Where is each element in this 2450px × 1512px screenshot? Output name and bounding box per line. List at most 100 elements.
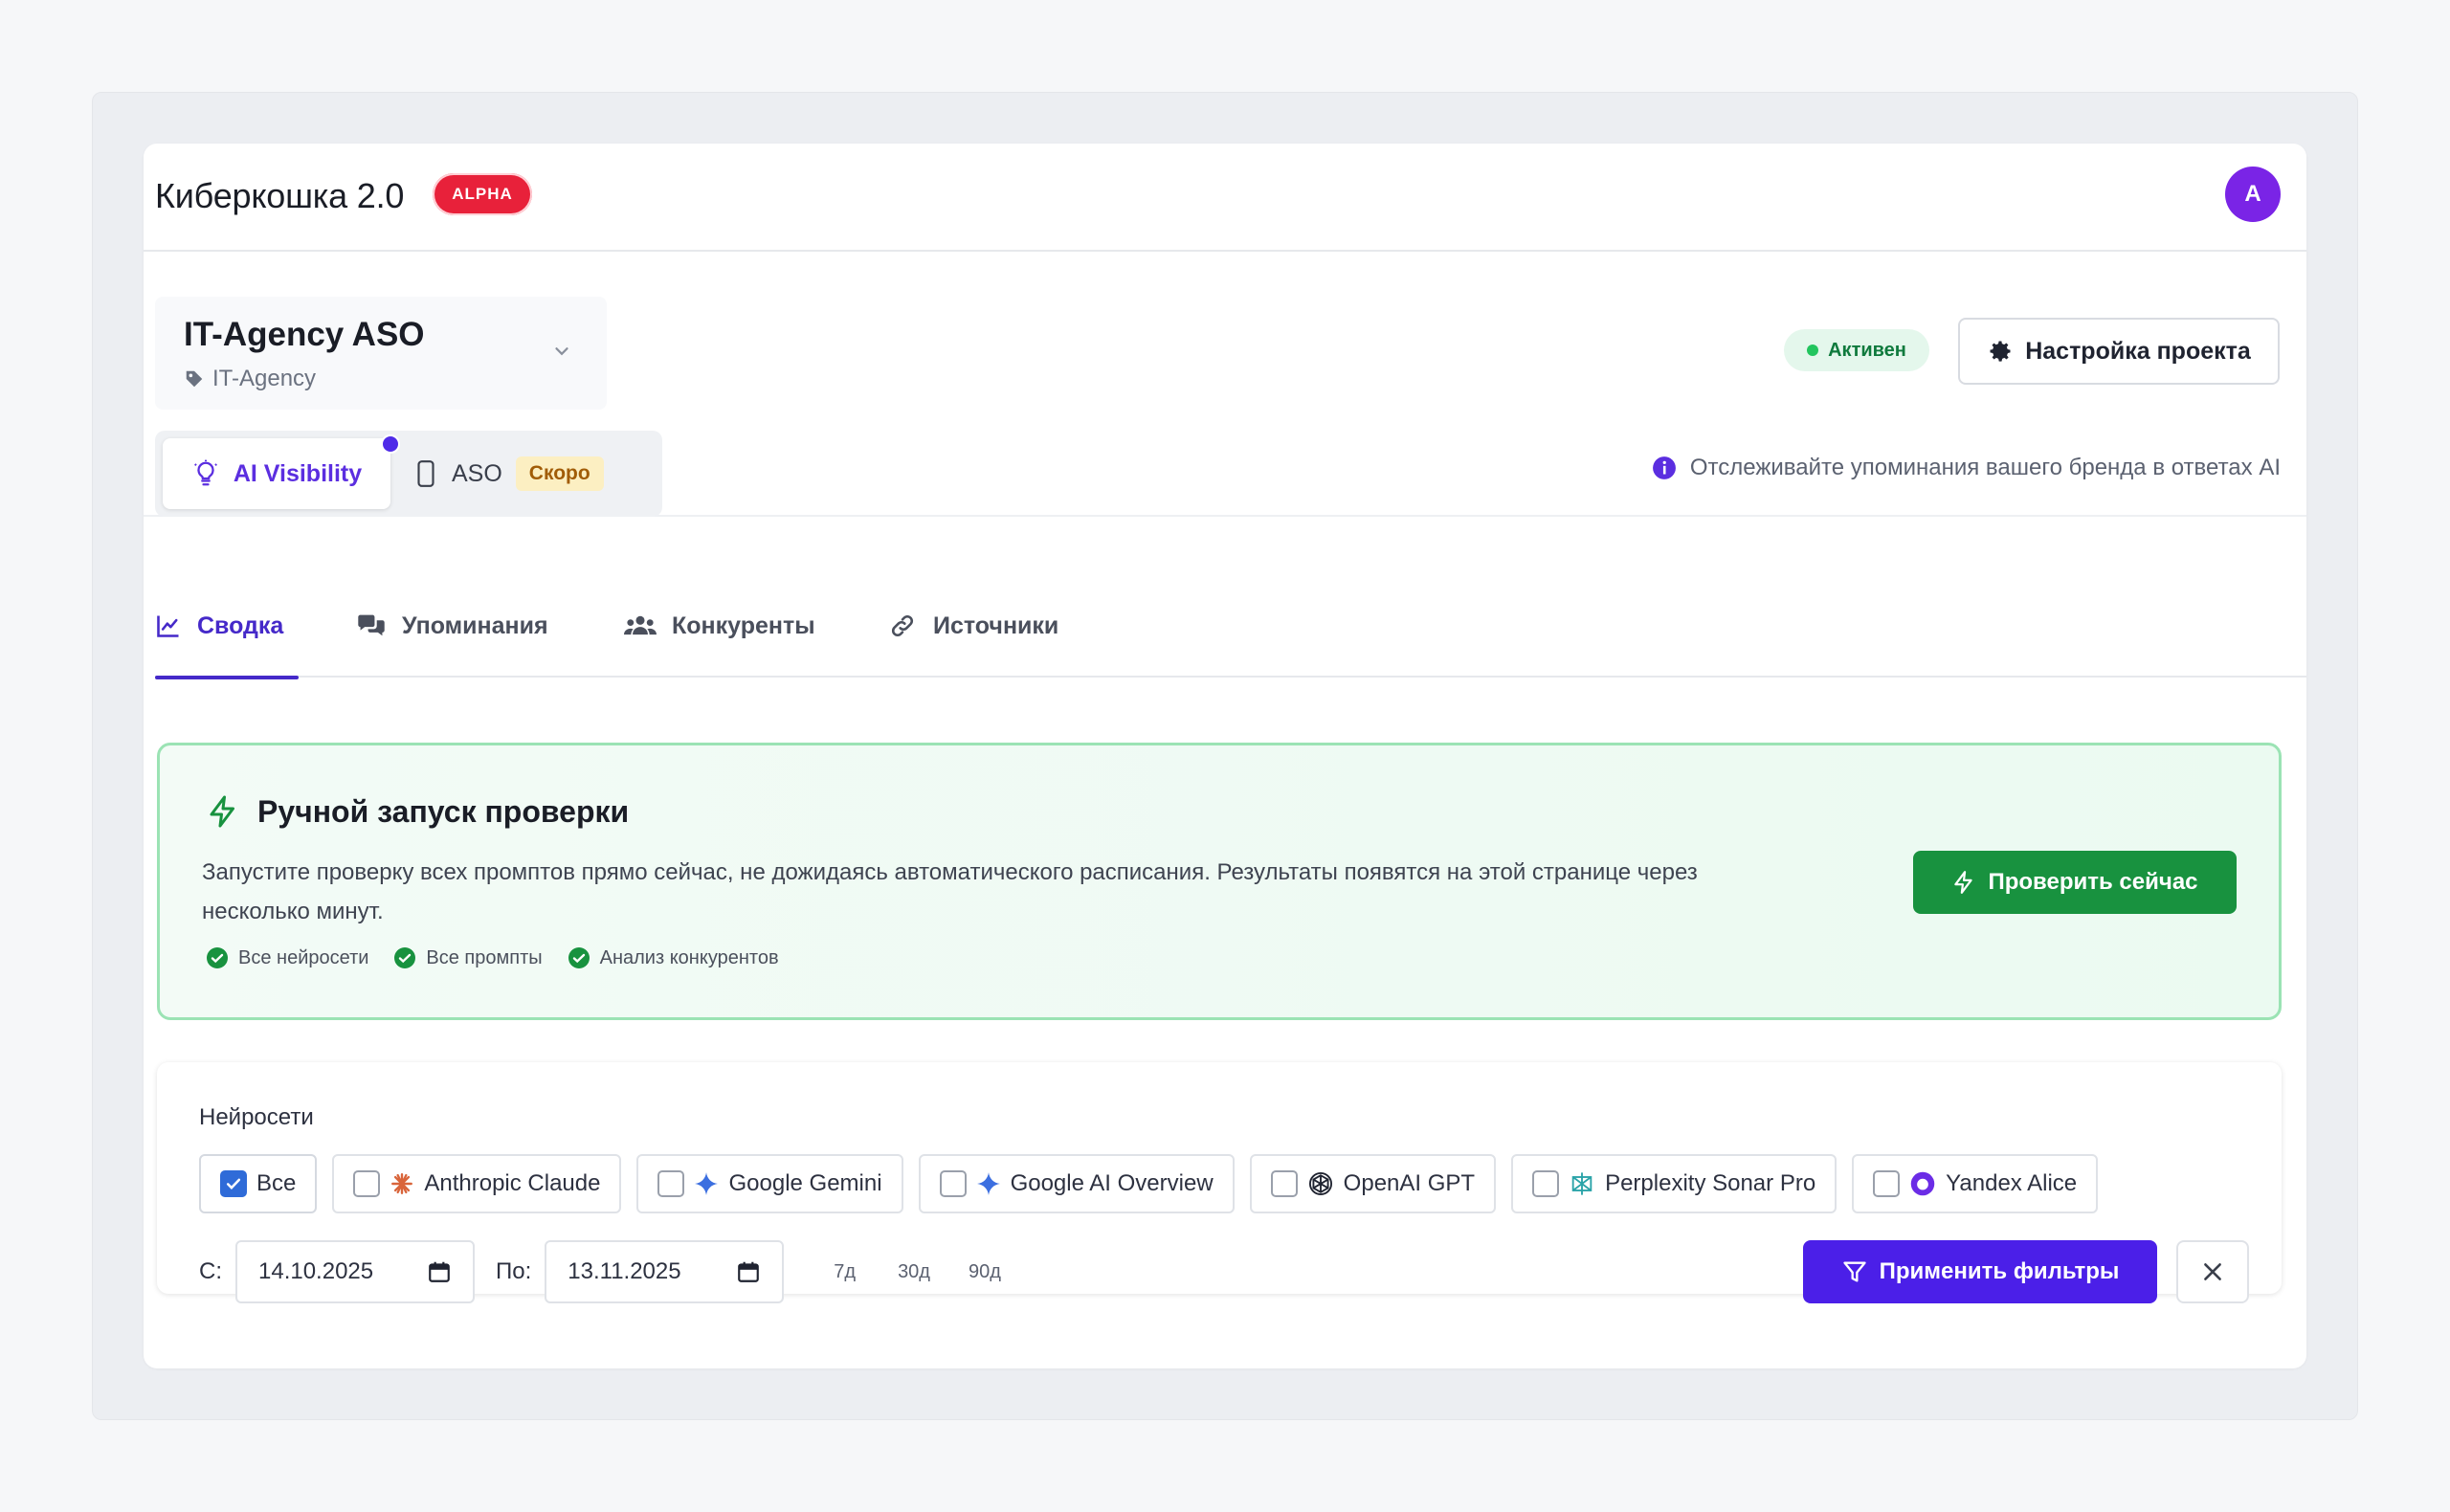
module-ai-visibility-label: AI Visibility: [233, 459, 363, 487]
checkbox[interactable]: [220, 1170, 247, 1197]
date-to-value: 13.11.2025: [568, 1258, 681, 1284]
alice-logo-icon: [1910, 1171, 1935, 1196]
chat-bubbles-icon: [358, 614, 385, 636]
tab-summary-label: Сводка: [197, 611, 284, 639]
users-icon: [624, 615, 657, 635]
date-from-input[interactable]: 14.10.2025: [235, 1240, 475, 1303]
check-circle-icon: [207, 947, 228, 968]
date-range: С: 14.10.2025 По: 13.11.2025 7д 30д 90д: [199, 1240, 1001, 1303]
quick-range-7d[interactable]: 7д: [834, 1261, 856, 1283]
model-anthropic-claude[interactable]: Anthropic Claude: [332, 1154, 622, 1213]
gemini-sparkle-icon: [976, 1172, 1000, 1195]
manual-run-title-text: Ручной запуск проверки: [257, 793, 630, 829]
checkmark-icon: [226, 1178, 241, 1190]
model-all[interactable]: Все: [199, 1154, 318, 1213]
check-now-button[interactable]: Проверить сейчас: [1913, 851, 2237, 914]
check-item-label: Все промпты: [426, 946, 543, 968]
chevron-down-icon: [555, 347, 568, 356]
date-from-label: С:: [199, 1258, 222, 1284]
apply-filters-label: Применить фильтры: [1879, 1258, 2120, 1284]
tab-mentions[interactable]: Упоминания: [356, 574, 548, 678]
check-item-label: Анализ конкурентов: [599, 946, 779, 968]
check-item: Анализ конкурентов: [568, 946, 779, 969]
status-dot-icon: [1807, 345, 1819, 356]
checkbox[interactable]: [657, 1170, 685, 1197]
checkbox[interactable]: [1873, 1170, 1901, 1197]
apply-filters-button[interactable]: Применить фильтры: [1803, 1240, 2157, 1303]
model-label: Google AI Overview: [1010, 1170, 1214, 1196]
model-label: Google Gemini: [728, 1170, 882, 1196]
manual-run-description: Запустите проверку всех промптов прямо с…: [202, 859, 1698, 924]
check-circle-icon: [394, 947, 416, 968]
main-tabs: Сводка Упоминания Конкуренты Источники: [155, 574, 2306, 679]
checkbox[interactable]: [1270, 1170, 1298, 1197]
module-aso[interactable]: ASO Скоро: [413, 438, 604, 509]
date-to-input[interactable]: 13.11.2025: [545, 1240, 785, 1303]
check-item-label: Все нейросети: [238, 946, 369, 968]
check-circle-icon: [568, 947, 590, 968]
checkbox[interactable]: [1532, 1170, 1560, 1197]
model-google-ai-overview[interactable]: Google AI Overview: [918, 1154, 1235, 1213]
calendar-icon[interactable]: [427, 1259, 452, 1284]
manual-run-panel: Ручной запуск проверки Запустите проверк…: [157, 743, 2282, 1020]
phone-icon: [417, 460, 434, 487]
checkbox[interactable]: [939, 1170, 967, 1197]
tab-sources[interactable]: Источники: [887, 574, 1058, 678]
model-label: Anthropic Claude: [424, 1170, 601, 1196]
model-yandex-alice[interactable]: Yandex Alice: [1852, 1154, 2099, 1213]
gear-icon: [1990, 341, 2011, 362]
claude-logo-icon: [391, 1173, 413, 1194]
close-icon: [2204, 1263, 2221, 1280]
perplexity-logo-icon: [1571, 1172, 1592, 1195]
filter-icon: [1842, 1261, 1866, 1282]
project-name: IT-Agency ASO: [184, 316, 425, 353]
quick-range-30d[interactable]: 30д: [898, 1261, 930, 1283]
openai-logo-icon: [1308, 1171, 1332, 1196]
main-card: Киберкошка 2.0 ALPHA A IT-Agency ASO IT-…: [144, 144, 2306, 1368]
models-list: Все Anthropic Claude Google Gemini Googl…: [199, 1154, 2099, 1213]
module-ai-visibility[interactable]: AI Visibility: [163, 438, 390, 509]
tab-underline: [155, 676, 299, 679]
date-from-value: 14.10.2025: [258, 1258, 374, 1284]
model-label: OpenAI GPT: [1343, 1170, 1476, 1196]
tag-icon: [186, 370, 203, 388]
gemini-sparkle-icon: [695, 1172, 719, 1195]
checkbox[interactable]: [353, 1170, 381, 1197]
soon-badge: Скоро: [515, 456, 604, 491]
tracking-hint: Отслеживайте упоминания вашего бренда в …: [1652, 455, 2281, 481]
lightning-icon: [1954, 871, 1973, 894]
model-google-gemini[interactable]: Google Gemini: [636, 1154, 903, 1213]
model-openai-gpt[interactable]: OpenAI GPT: [1249, 1154, 1497, 1213]
avatar[interactable]: A: [2225, 167, 2281, 222]
check-item: Все промпты: [393, 946, 543, 969]
quick-range-90d[interactable]: 90д: [969, 1261, 1001, 1283]
date-to-label: По:: [496, 1258, 532, 1284]
alpha-badge: ALPHA: [433, 173, 532, 215]
tab-competitors[interactable]: Конкуренты: [624, 574, 815, 678]
module-bar: AI Visibility ASO Скоро Отслеживайте упо…: [144, 421, 2306, 517]
module-switcher: AI Visibility ASO Скоро: [155, 431, 662, 517]
models-label: Нейросети: [199, 1104, 314, 1130]
tab-competitors-label: Конкуренты: [672, 611, 815, 639]
calendar-icon[interactable]: [736, 1259, 761, 1284]
tab-summary[interactable]: Сводка: [155, 574, 299, 679]
lightning-icon: [210, 795, 234, 828]
line-chart-icon: [157, 615, 179, 637]
notification-dot-icon: [381, 434, 400, 454]
tab-mentions-label: Упоминания: [402, 611, 548, 639]
project-settings-label: Настройка проекта: [2025, 337, 2251, 365]
lightbulb-icon: [193, 459, 217, 486]
project-category-label: IT-Agency: [212, 366, 317, 391]
link-icon: [891, 614, 914, 637]
model-label: Perplexity Sonar Pro: [1605, 1170, 1816, 1196]
tab-sources-label: Источники: [933, 611, 1059, 639]
info-icon: [1652, 456, 1676, 479]
clear-filters-button[interactable]: [2176, 1240, 2249, 1303]
filters-panel: Нейросети Все Anthropic Claude Google Ge…: [157, 1062, 2282, 1303]
manual-run-checks: Все нейросети Все промпты Анализ конкуре…: [206, 946, 779, 969]
project-category: IT-Agency: [184, 366, 316, 392]
model-label: Все: [256, 1170, 297, 1196]
model-perplexity-sonar-pro[interactable]: Perplexity Sonar Pro: [1511, 1154, 1838, 1213]
project-selector[interactable]: IT-Agency ASO IT-Agency: [155, 297, 607, 410]
project-settings-button[interactable]: Настройка проекта: [1958, 318, 2280, 385]
